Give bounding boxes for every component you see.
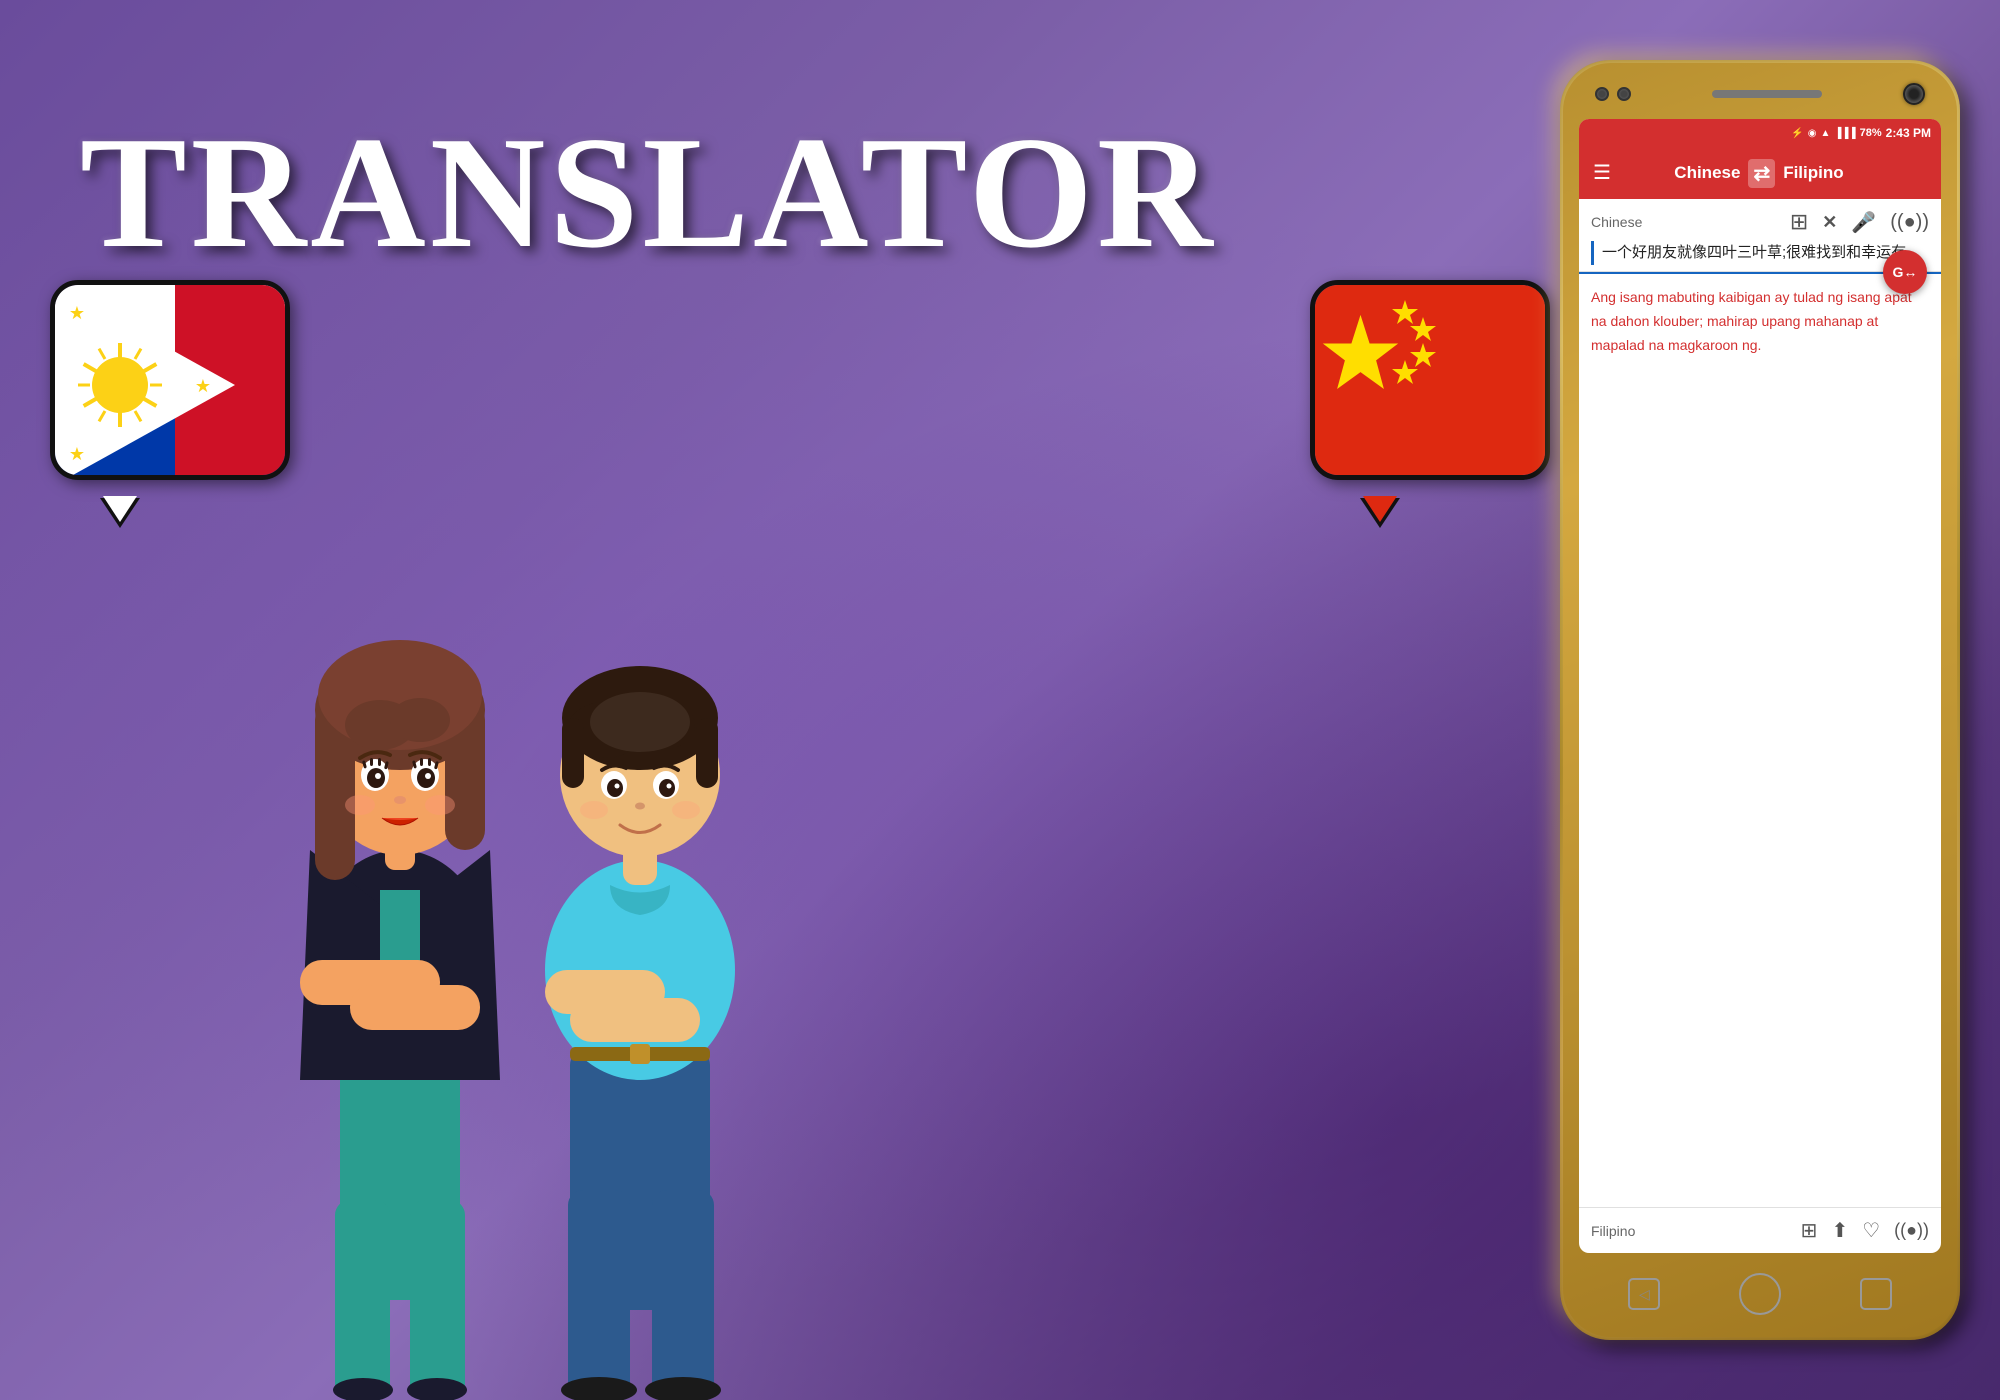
front-sensor <box>1617 87 1631 101</box>
output-language-label: Filipino <box>1591 1223 1635 1239</box>
home-button[interactable] <box>1739 1273 1781 1315</box>
status-icons: ⚡ ◉ ▲ ▐▐▐ 78% 2:43 PM <box>1791 126 1931 140</box>
translated-text-content: Ang isang mabuting kaibigan ay tulad ng … <box>1591 286 1929 357</box>
chinese-flag-svg <box>1315 285 1550 480</box>
phone-nav-bar: ◁ <box>1579 1263 1941 1325</box>
app-title: TRANSLATOR <box>80 100 1217 285</box>
translate-button[interactable]: G↔ <box>1883 250 1927 294</box>
listen-icon[interactable]: ((●)) <box>1890 211 1929 234</box>
back-button[interactable]: ◁ <box>1628 1278 1660 1310</box>
phone-top-bar <box>1579 75 1941 113</box>
microphone-icon[interactable]: 🎤 <box>1851 210 1876 235</box>
favorite-icon[interactable]: ♡ <box>1862 1218 1880 1243</box>
translate-icon: G↔ <box>1893 264 1918 280</box>
output-toolbar: ⊞ ⬆ ♡ ((●)) <box>1801 1218 1929 1243</box>
phone-screen: ⚡ ◉ ▲ ▐▐▐ 78% 2:43 PM ☰ Chinese ⇄ Filipi… <box>1579 119 1941 1253</box>
svg-text:★: ★ <box>195 376 211 396</box>
front-camera <box>1595 87 1609 101</box>
clear-icon[interactable]: ✕ <box>1822 212 1837 233</box>
status-bar: ⚡ ◉ ▲ ▐▐▐ 78% 2:43 PM <box>1579 119 1941 147</box>
input-language-label: Chinese <box>1591 214 1642 230</box>
rear-camera <box>1903 83 1925 105</box>
phone-device: ⚡ ◉ ▲ ▐▐▐ 78% 2:43 PM ☰ Chinese ⇄ Filipi… <box>1560 60 1960 1340</box>
output-area: Ang isang mabuting kaibigan ay tulad ng … <box>1579 274 1941 1207</box>
android-icon: ◉ <box>1808 128 1817 139</box>
target-language-label[interactable]: Filipino <box>1783 163 1843 183</box>
usb-icon: ⚡ <box>1791 128 1803 139</box>
app-toolbar: ☰ Chinese ⇄ Filipino <box>1579 147 1941 199</box>
male-character-svg <box>480 470 800 1400</box>
source-language-label[interactable]: Chinese <box>1674 163 1740 183</box>
battery-level: 78% <box>1860 127 1882 139</box>
svg-text:★: ★ <box>69 444 85 464</box>
signal-bars: ▐▐▐ <box>1834 128 1855 139</box>
input-toolbar: ⊞ ✕ 🎤 ((●)) <box>1790 209 1929 235</box>
output-listen-icon[interactable]: ((●)) <box>1894 1220 1929 1241</box>
copy-icon[interactable]: ⊞ <box>1801 1218 1818 1243</box>
clock-time: 2:43 PM <box>1886 126 1931 140</box>
divider: G↔ <box>1579 272 1941 274</box>
wifi-icon: ▲ <box>1820 128 1830 139</box>
male-character <box>480 470 800 1400</box>
svg-text:★: ★ <box>69 303 85 323</box>
swap-languages-icon[interactable]: ⇄ <box>1748 159 1775 188</box>
hamburger-menu-icon[interactable]: ☰ <box>1593 163 1611 183</box>
language-selector[interactable]: Chinese ⇄ Filipino <box>1674 159 1843 188</box>
chinese-text-content: 一个好朋友就像四叶三叶草;很难找到和幸运有。 <box>1602 241 1929 265</box>
clipboard-icon[interactable]: ⊞ <box>1790 209 1808 235</box>
speaker-grille <box>1712 90 1822 98</box>
recents-button[interactable] <box>1860 1278 1892 1310</box>
output-footer: Filipino ⊞ ⬆ ♡ ((●)) <box>1579 1207 1941 1253</box>
chinese-input-text[interactable]: 一个好朋友就像四叶三叶草;很难找到和幸运有。 <box>1591 241 1929 265</box>
chinese-flag-bubble <box>1310 280 1550 500</box>
share-icon[interactable]: ⬆ <box>1831 1218 1848 1243</box>
